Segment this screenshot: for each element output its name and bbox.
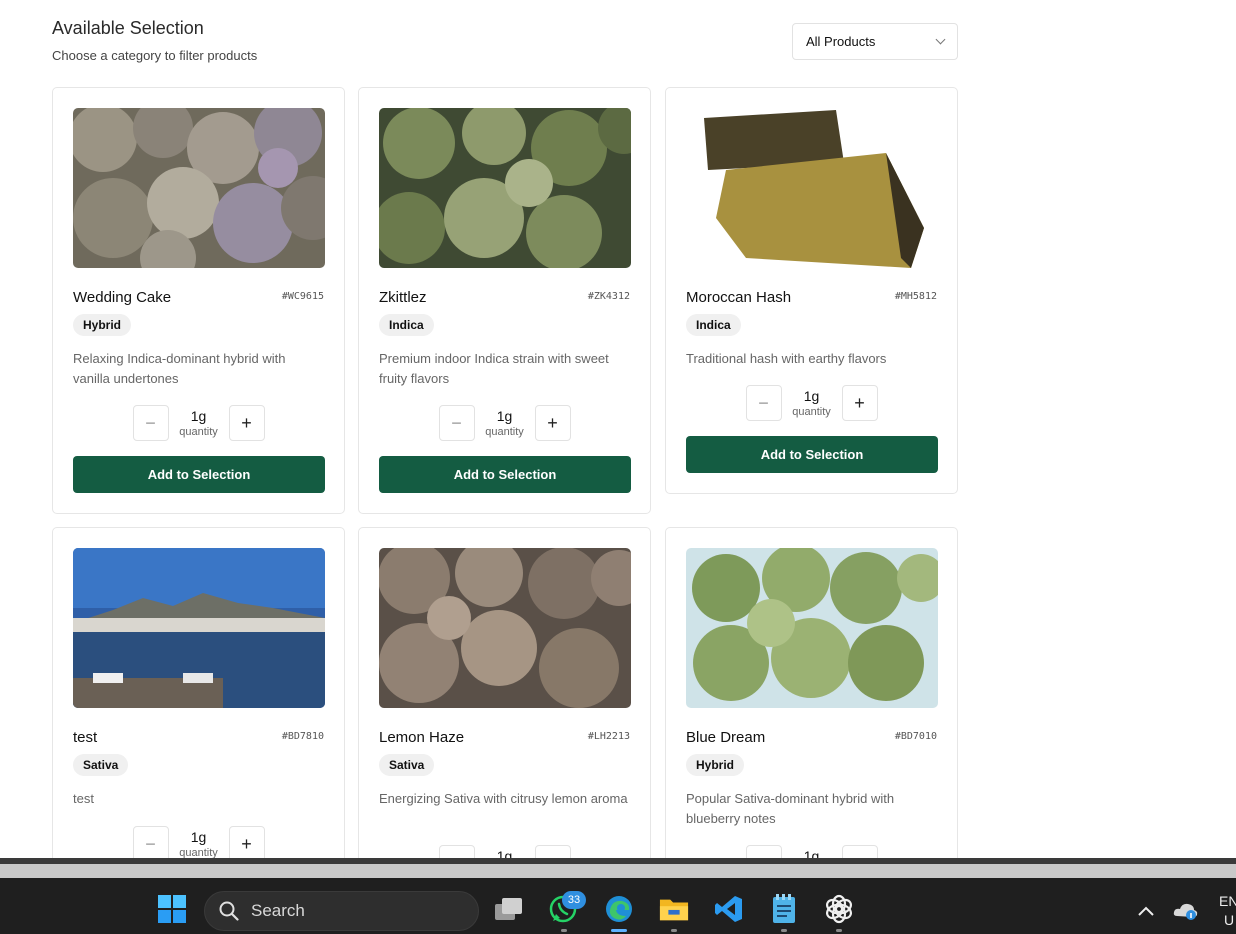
product-name: Zkittlez	[379, 289, 427, 306]
quantity-display: 1g quantity	[179, 829, 219, 859]
quantity-value: 1g	[803, 388, 820, 404]
increase-quantity-button[interactable]: +	[534, 405, 571, 441]
browser-status-bar	[0, 864, 1236, 878]
category-filter-select[interactable]: All Products	[792, 23, 958, 60]
product-code: #MH5812	[894, 291, 937, 302]
quantity-label: quantity	[485, 426, 524, 438]
increase-quantity-button[interactable]: +	[228, 826, 265, 862]
product-image	[73, 108, 325, 268]
search-icon	[219, 901, 239, 921]
running-indicator	[561, 929, 567, 932]
chevron-up-icon[interactable]	[1131, 896, 1161, 926]
add-to-selection-button[interactable]: Add to Selection	[73, 456, 325, 493]
windows-taskbar: Search 33 EN U	[0, 878, 1236, 934]
taskbar-search[interactable]: Search	[204, 891, 479, 931]
running-indicator	[671, 929, 677, 932]
increase-quantity-button[interactable]: +	[228, 405, 265, 441]
edge-icon[interactable]	[604, 894, 634, 924]
quantity-value: 1g	[496, 408, 513, 424]
page: Available Selection Choose a category to…	[0, 0, 1236, 934]
product-image	[379, 108, 631, 268]
product-card: Blue Dream #BD7010 Hybrid Popular Sativa…	[665, 527, 958, 887]
category-badge: Hybrid	[686, 754, 745, 776]
product-name: test	[73, 729, 98, 746]
onedrive-icon[interactable]	[1171, 896, 1201, 926]
page-subtitle: Choose a category to filter products	[52, 48, 258, 63]
category-badge: Indica	[379, 314, 434, 336]
product-code: #BD7010	[894, 731, 937, 742]
quantity-stepper: − 1g quantity +	[53, 826, 344, 862]
running-indicator	[781, 929, 787, 932]
product-code: #WC9615	[281, 291, 324, 302]
product-image	[379, 548, 631, 708]
product-name: Blue Dream	[686, 729, 766, 746]
task-view-icon[interactable]	[494, 894, 524, 924]
product-name: Wedding Cake	[73, 289, 172, 306]
quantity-value: 1g	[190, 829, 207, 845]
product-name: Moroccan Hash	[686, 289, 792, 306]
input-language-indicator[interactable]: EN	[1219, 893, 1236, 909]
product-description: Premium indoor Indica strain with sweet …	[379, 351, 609, 386]
chevron-down-icon	[935, 34, 946, 45]
category-badge: Hybrid	[73, 314, 132, 336]
quantity-display: 1g quantity	[792, 388, 832, 418]
product-card: test #BD7810 Sativa test − 1g quantity +	[52, 527, 345, 887]
product-card: Wedding Cake #WC9615 Hybrid Relaxing Ind…	[52, 87, 345, 514]
decrease-quantity-button[interactable]: −	[745, 385, 782, 421]
product-image	[73, 548, 325, 708]
product-description: Traditional hash with earthy flavors	[686, 351, 887, 366]
product-description: Energizing Sativa with citrusy lemon aro…	[379, 791, 628, 806]
product-description: test	[73, 791, 94, 806]
add-to-selection-button[interactable]: Add to Selection	[379, 456, 631, 493]
product-card: Zkittlez #ZK4312 Indica Premium indoor I…	[358, 87, 651, 514]
product-code: #ZK4312	[587, 291, 630, 302]
quantity-display: 1g quantity	[485, 408, 525, 438]
quantity-stepper: − 1g quantity +	[359, 405, 650, 441]
input-language-indicator-sub: U	[1224, 912, 1235, 928]
increase-quantity-button[interactable]: +	[841, 385, 878, 421]
quantity-stepper: − 1g quantity +	[53, 405, 344, 441]
quantity-value: 1g	[190, 408, 207, 424]
product-card: Lemon Haze #LH2213 Sativa Energizing Sat…	[358, 527, 651, 887]
chatgpt-icon[interactable]	[824, 894, 854, 924]
whatsapp-notification-badge: 33	[562, 891, 586, 909]
windows-start-icon[interactable]	[157, 894, 187, 924]
product-image	[686, 548, 938, 708]
category-badge: Indica	[686, 314, 741, 336]
file-explorer-icon[interactable]	[659, 894, 689, 924]
decrease-quantity-button[interactable]: −	[132, 826, 169, 862]
running-indicator	[836, 929, 842, 932]
page-title: Available Selection	[52, 18, 204, 38]
category-badge: Sativa	[73, 754, 129, 776]
category-filter-value: All Products	[806, 34, 876, 49]
product-card: Moroccan Hash #MH5812 Indica Traditional…	[665, 87, 958, 494]
product-image	[686, 108, 938, 268]
search-label: Search	[251, 901, 305, 920]
notepad-icon[interactable]	[769, 894, 799, 924]
product-code: #LH2213	[587, 731, 630, 742]
add-to-selection-button[interactable]: Add to Selection	[686, 436, 938, 473]
quantity-stepper: − 1g quantity +	[666, 385, 957, 421]
product-description: Popular Sativa-dominant hybrid with blue…	[686, 791, 895, 826]
quantity-display: 1g quantity	[179, 408, 219, 438]
quantity-label: quantity	[792, 406, 831, 418]
product-code: #BD7810	[281, 731, 324, 742]
decrease-quantity-button[interactable]: −	[132, 405, 169, 441]
vscode-icon[interactable]	[714, 894, 744, 924]
quantity-label: quantity	[179, 426, 218, 438]
active-indicator	[611, 929, 627, 932]
product-name: Lemon Haze	[379, 729, 465, 746]
product-description: Relaxing Indica-dominant hybrid with van…	[73, 351, 286, 386]
category-badge: Sativa	[379, 754, 435, 776]
decrease-quantity-button[interactable]: −	[438, 405, 475, 441]
